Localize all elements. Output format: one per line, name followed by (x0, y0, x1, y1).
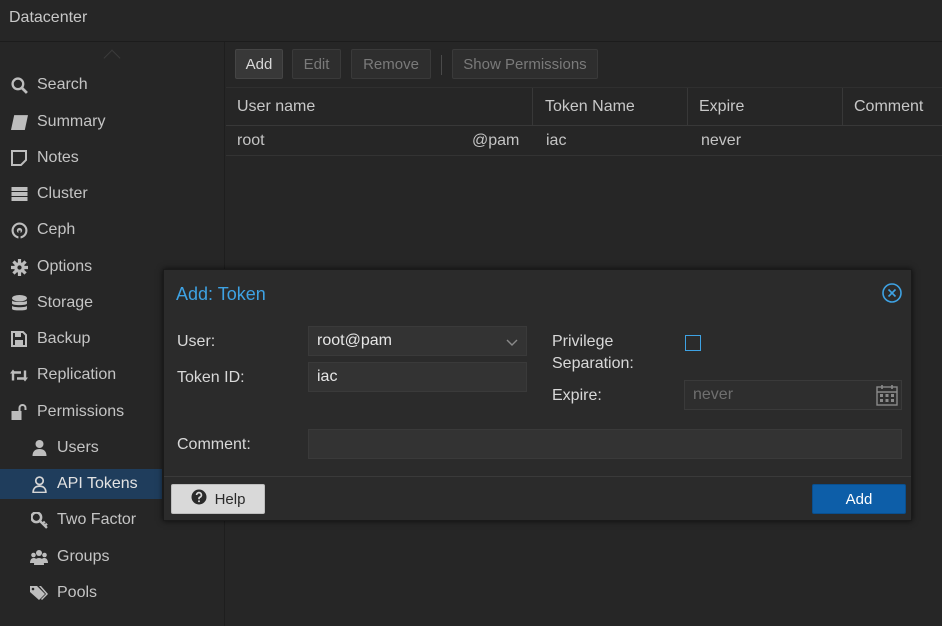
collapse-tab[interactable] (103, 49, 121, 67)
token-id-label: Token ID: (177, 369, 245, 386)
grid-header: User name Token Name Expire Comment (226, 88, 942, 126)
search-icon (10, 76, 28, 94)
chevron-down-icon[interactable] (506, 335, 518, 353)
dialog-header: Add: Token (164, 270, 911, 316)
sidebar-item-label: Users (57, 439, 99, 456)
edit-button[interactable]: Edit (292, 49, 341, 79)
note-icon (10, 149, 28, 167)
privilege-separation-checkbox[interactable] (685, 335, 701, 351)
sidebar-item-label: Notes (37, 149, 79, 166)
expire-placeholder: never (693, 386, 734, 403)
sidebar-item-search[interactable]: Search (0, 70, 225, 100)
user-label: User: (177, 333, 216, 350)
sidebar-item-summary[interactable]: Summary (0, 107, 225, 137)
dialog-footer: Help Add (164, 476, 911, 520)
sidebar-item-ceph[interactable]: Ceph (0, 215, 225, 245)
sidebar-item-label: Summary (37, 113, 106, 130)
column-header-token-name[interactable]: Token Name (534, 88, 688, 126)
sidebar-item-notes[interactable]: Notes (0, 143, 225, 173)
tags-icon (30, 584, 48, 602)
retweet-icon (10, 366, 28, 384)
database-icon (10, 294, 28, 312)
book-icon (10, 113, 28, 131)
question-circle-icon (191, 489, 207, 509)
datacenter-title: Datacenter (9, 9, 88, 26)
cell-token-name: iac (546, 132, 567, 149)
toolbar-separator (441, 55, 442, 75)
add-button[interactable]: Add (235, 49, 283, 79)
floppy-icon (10, 330, 28, 348)
calendar-icon[interactable] (876, 384, 898, 411)
user-icon (30, 439, 48, 457)
sidebar-item-label: Pools (57, 584, 98, 601)
key-icon (30, 511, 48, 529)
sidebar-item-label: Permissions (37, 403, 125, 420)
add-token-dialog: Add: Token User: root@pam Token ID: iac … (163, 269, 912, 521)
column-header-expire[interactable]: Expire (688, 88, 843, 126)
sidebar-item-label: Storage (37, 294, 94, 311)
privilege-separation-label-line2: Separation: (552, 355, 634, 372)
column-header-comment[interactable]: Comment (843, 88, 942, 126)
sidebar-item-pools[interactable]: Pools (0, 578, 225, 608)
sidebar-item-groups[interactable]: Groups (0, 542, 225, 572)
user-select-value: root@pam (317, 332, 392, 349)
users-icon (30, 548, 48, 566)
cell-user: root (237, 132, 265, 149)
sidebar-item-label: Replication (37, 366, 117, 383)
sidebar-item-label: Cluster (37, 185, 88, 202)
close-icon[interactable] (882, 283, 902, 303)
sidebar-item-label: Search (37, 76, 88, 93)
help-button-label: Help (214, 490, 246, 508)
toolbar: Add Edit Remove Show Permissions (226, 42, 942, 88)
sidebar-item-label: Options (37, 258, 93, 275)
expire-date-field[interactable]: never (684, 380, 902, 410)
server-icon (10, 185, 28, 203)
user-outline-icon (30, 475, 48, 493)
comment-input[interactable] (308, 429, 902, 459)
ceph-icon (10, 221, 28, 239)
top-bar: Datacenter (0, 0, 942, 42)
privilege-separation-label-line1: Privilege (552, 333, 614, 350)
user-select[interactable]: root@pam (308, 326, 527, 356)
sidebar-item-label: Two Factor (57, 511, 137, 528)
unlock-icon (10, 403, 28, 421)
gear-icon (10, 258, 28, 276)
help-button[interactable]: Help (171, 484, 265, 514)
expire-label: Expire: (552, 387, 602, 404)
sidebar-item-label: API Tokens (57, 475, 138, 492)
cell-expire: never (701, 132, 742, 149)
column-header-user-name[interactable]: User name (226, 88, 533, 126)
sidebar-item-cluster[interactable]: Cluster (0, 179, 225, 209)
dialog-title: Add: Token (176, 284, 266, 304)
sidebar-item-api-tokens[interactable]: API Tokens (0, 469, 162, 499)
sidebar-item-label: Ceph (37, 221, 76, 238)
token-id-input[interactable]: iac (308, 362, 527, 392)
table-row[interactable]: root @pam iac never (226, 126, 942, 156)
cell-realm: @pam (472, 132, 520, 149)
remove-button[interactable]: Remove (351, 49, 431, 79)
sidebar-item-label: Groups (57, 548, 110, 565)
show-permissions-button[interactable]: Show Permissions (452, 49, 598, 79)
sidebar-item-label: Backup (37, 330, 91, 347)
comment-label: Comment: (177, 436, 251, 453)
dialog-add-button[interactable]: Add (812, 484, 906, 514)
